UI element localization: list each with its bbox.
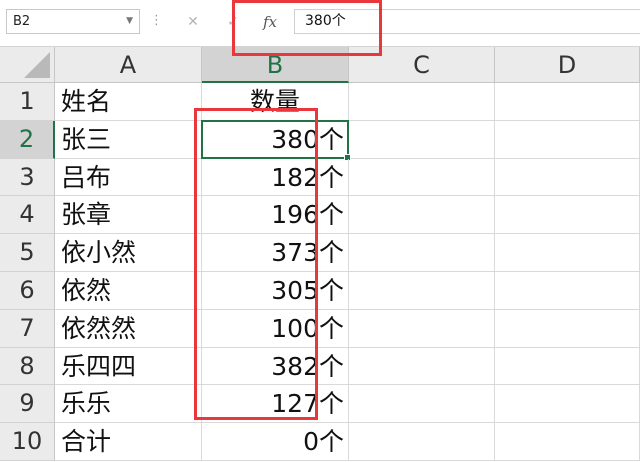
cell-a1[interactable]: 姓名 (55, 83, 202, 121)
row-header[interactable]: 6 (0, 272, 55, 310)
cell-b2[interactable]: 380个 (202, 120, 349, 159)
name-box-value: B2 (13, 14, 31, 29)
cell-a3[interactable]: 吕布 (55, 158, 202, 197)
cancel-icon[interactable]: ✕ (178, 11, 208, 33)
row-header[interactable]: 3 (0, 158, 55, 197)
cell-d10[interactable] (495, 423, 640, 461)
cell-b3[interactable]: 182个 (202, 158, 349, 197)
cell-d5[interactable] (495, 234, 640, 272)
column-header-c[interactable]: C (349, 47, 495, 83)
row-header[interactable]: 9 (0, 385, 55, 424)
row-header[interactable]: 10 (0, 423, 55, 461)
cell-c9[interactable] (349, 385, 495, 424)
row-header[interactable]: 1 (0, 83, 55, 121)
cell-b1[interactable]: 数量 (202, 83, 349, 121)
select-all-triangle-icon (24, 52, 50, 78)
cell-d7[interactable] (495, 309, 640, 348)
column-header-a[interactable]: A (55, 47, 202, 83)
cell-a7[interactable]: 依然然 (55, 309, 202, 348)
enter-icon[interactable]: ✓ (218, 11, 248, 33)
cell-a2[interactable]: 张三 (55, 120, 202, 159)
cell-b10[interactable]: 0个 (202, 423, 349, 461)
insert-function-button[interactable]: fx (255, 10, 285, 34)
formula-bar: B2 ▼ ⋮ ✕ ✓ fx 380个 (0, 0, 640, 44)
cell-d3[interactable] (495, 158, 640, 197)
cell-c5[interactable] (349, 234, 495, 272)
cell-c4[interactable] (349, 196, 495, 235)
cell-a10[interactable]: 合计 (55, 423, 202, 461)
row-header[interactable]: 4 (0, 196, 55, 235)
cell-a9[interactable]: 乐乐 (55, 385, 202, 424)
row-header[interactable]: 7 (0, 309, 55, 348)
cell-b6[interactable]: 305个 (202, 272, 349, 310)
cell-b4[interactable]: 196个 (202, 196, 349, 235)
name-box[interactable]: B2 ▼ (6, 9, 140, 34)
cell-a8[interactable]: 乐四四 (55, 347, 202, 386)
select-all-button[interactable] (0, 47, 55, 83)
cell-d8[interactable] (495, 347, 640, 386)
column-header-b[interactable]: B (202, 47, 349, 83)
cell-c10[interactable] (349, 423, 495, 461)
cell-d4[interactable] (495, 196, 640, 235)
cell-b5[interactable]: 373个 (202, 234, 349, 272)
cell-c7[interactable] (349, 309, 495, 348)
cell-c1[interactable] (349, 83, 495, 121)
cell-b8[interactable]: 382个 (202, 347, 349, 386)
cell-c6[interactable] (349, 272, 495, 310)
cell-b9[interactable]: 127个 (202, 385, 349, 424)
formula-bar-drag-handle[interactable]: ⋮ (150, 12, 163, 30)
cell-a4[interactable]: 张章 (55, 196, 202, 235)
row-header[interactable]: 2 (0, 120, 55, 159)
formula-input[interactable]: 380个 (294, 9, 640, 34)
cell-c3[interactable] (349, 158, 495, 197)
cell-c2[interactable] (349, 120, 495, 159)
cell-d2[interactable] (495, 120, 640, 159)
spreadsheet-grid: A B C D 1 姓名 数量 2 张三 380个 3 吕布 182个 4 张章 196个 5 依小然 373个 6 依… (0, 46, 640, 462)
row-header[interactable]: 8 (0, 347, 55, 386)
column-header-d[interactable]: D (495, 47, 640, 83)
row-header[interactable]: 5 (0, 234, 55, 272)
chevron-down-icon[interactable]: ▼ (126, 10, 133, 33)
cell-d9[interactable] (495, 385, 640, 424)
cell-c8[interactable] (349, 347, 495, 386)
cell-b7[interactable]: 100个 (202, 309, 349, 348)
cell-a6[interactable]: 依然 (55, 272, 202, 310)
cell-d6[interactable] (495, 272, 640, 310)
cell-d1[interactable] (495, 83, 640, 121)
cell-a5[interactable]: 依小然 (55, 234, 202, 272)
